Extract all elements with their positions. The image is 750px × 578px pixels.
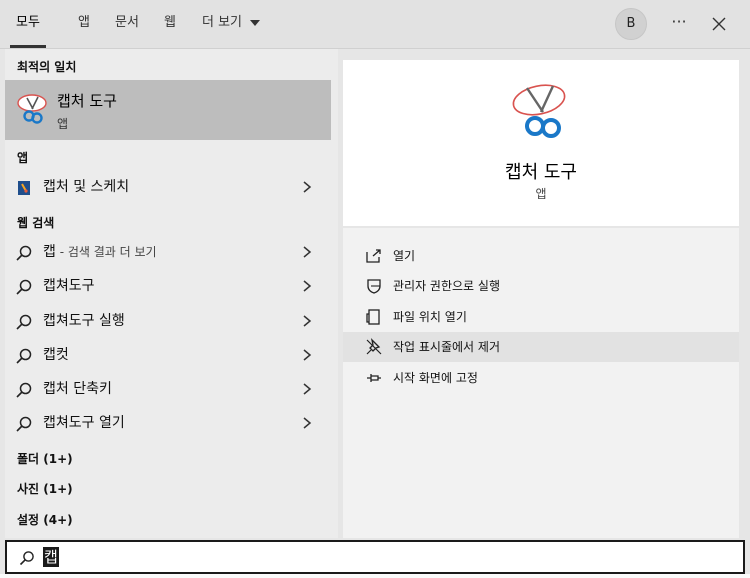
chevron-right-icon[interactable] [300, 279, 314, 293]
best-match-item[interactable]: 캡처 도구 앱 [5, 80, 331, 140]
more-options-button[interactable]: ··· [666, 12, 692, 36]
pin-icon [367, 374, 381, 382]
action-label: 작업 표시줄에서 제거 [393, 340, 500, 354]
web-result-row[interactable]: 캡컷 [5, 339, 331, 371]
snipping-tool-icon [512, 84, 566, 138]
web-result-label: 캡쳐도구 [43, 278, 95, 294]
web-result-row[interactable]: 캡 - 검색 결과 더 보기 [5, 236, 331, 268]
search-icon [19, 551, 34, 566]
top-bar: 모두 앱 문서 웹 더 보기 B ··· [0, 0, 750, 49]
action-label: 시작 화면에 고정 [393, 371, 478, 385]
tab-all[interactable]: 모두 [10, 0, 46, 48]
web-result-suffix: - 검색 결과 더 보기 [55, 245, 157, 259]
best-match-subtitle: 앱 [57, 117, 69, 131]
search-icon [16, 314, 32, 330]
folders-heading[interactable]: 폴더 (1+) [17, 450, 73, 467]
tab-documents[interactable]: 문서 [115, 0, 139, 48]
web-result-query: 캡 [43, 244, 56, 260]
action-open-file-location[interactable]: 파일 위치 열기 [343, 302, 739, 332]
actions-panel: 열기 관리자 권한으로 실행 파일 위치 열기 작업 표시줄에서 제거 시작 화… [343, 228, 739, 538]
action-pin-start[interactable]: 시작 화면에 고정 [343, 363, 739, 393]
unpin-icon [366, 338, 382, 355]
search-box[interactable]: 캡 [5, 540, 745, 574]
list-item-app[interactable]: 캡처 및 스케치 [5, 171, 331, 203]
web-result-row[interactable]: 캡쳐도구 열기 [5, 407, 331, 439]
web-result-label: 캡컷 [43, 347, 69, 363]
action-run-as-admin[interactable]: 관리자 권한으로 실행 [343, 271, 739, 301]
chevron-right-icon[interactable] [300, 382, 314, 396]
chevron-down-icon [250, 19, 261, 26]
settings-heading[interactable]: 설정 (4+) [17, 511, 73, 528]
snipping-tool-icon [17, 94, 47, 124]
web-result-row[interactable]: 캡쳐도구 [5, 270, 331, 302]
action-unpin-taskbar[interactable]: 작업 표시줄에서 제거 [343, 332, 739, 362]
web-result-label: 캡쳐도구 열기 [43, 415, 125, 431]
detail-subtitle: 앱 [535, 187, 547, 201]
action-label: 열기 [393, 249, 416, 263]
open-icon [366, 249, 381, 263]
chevron-right-icon[interactable] [300, 180, 314, 194]
shield-icon [367, 279, 381, 294]
search-icon [16, 382, 32, 398]
apps-heading: 앱 [17, 151, 29, 165]
tab-apps[interactable]: 앱 [78, 0, 90, 48]
web-search-heading: 웹 검색 [17, 216, 55, 230]
best-match-heading: 최적의 일치 [17, 60, 77, 74]
file-location-icon [366, 309, 380, 325]
tab-web[interactable]: 웹 [164, 0, 176, 48]
action-label: 관리자 권한으로 실행 [393, 279, 500, 293]
list-item-label: 캡처 및 스케치 [43, 179, 130, 195]
search-input[interactable]: 캡 [43, 547, 59, 567]
close-button[interactable] [707, 12, 731, 36]
action-label: 파일 위치 열기 [393, 310, 467, 324]
best-match-title: 캡처 도구 [57, 92, 117, 110]
chevron-right-icon[interactable] [300, 314, 314, 328]
search-icon [16, 348, 32, 364]
web-result-row[interactable]: 캡처 단축키 [5, 373, 331, 405]
chevron-right-icon[interactable] [300, 416, 314, 430]
background-window-strip [0, 574, 750, 578]
web-result-row[interactable]: 캡쳐도구 실행 [5, 305, 331, 337]
tab-more[interactable]: 더 보기 [202, 0, 261, 48]
close-icon [712, 17, 726, 31]
search-icon [16, 416, 32, 432]
app-detail-card: 캡처 도구 앱 [343, 60, 739, 226]
web-result-label: 캡 - 검색 결과 더 보기 [43, 236, 157, 268]
detail-title: 캡처 도구 [505, 162, 577, 183]
results-panel: 최적의 일치 캡처 도구 앱 앱 캡처 및 스케치 웹 검색 캡 - 검색 결과… [5, 49, 338, 538]
search-icon [16, 245, 32, 261]
avatar[interactable]: B [615, 8, 647, 40]
tab-more-label: 더 보기 [202, 15, 243, 30]
web-result-label: 캡쳐도구 실행 [43, 313, 125, 329]
action-open[interactable]: 열기 [343, 241, 739, 271]
web-result-label: 캡처 단축키 [43, 381, 112, 397]
snip-sketch-icon [18, 181, 30, 195]
chevron-right-icon[interactable] [300, 245, 314, 259]
search-icon [16, 279, 32, 295]
chevron-right-icon[interactable] [300, 348, 314, 362]
photos-heading[interactable]: 사진 (1+) [17, 480, 73, 497]
